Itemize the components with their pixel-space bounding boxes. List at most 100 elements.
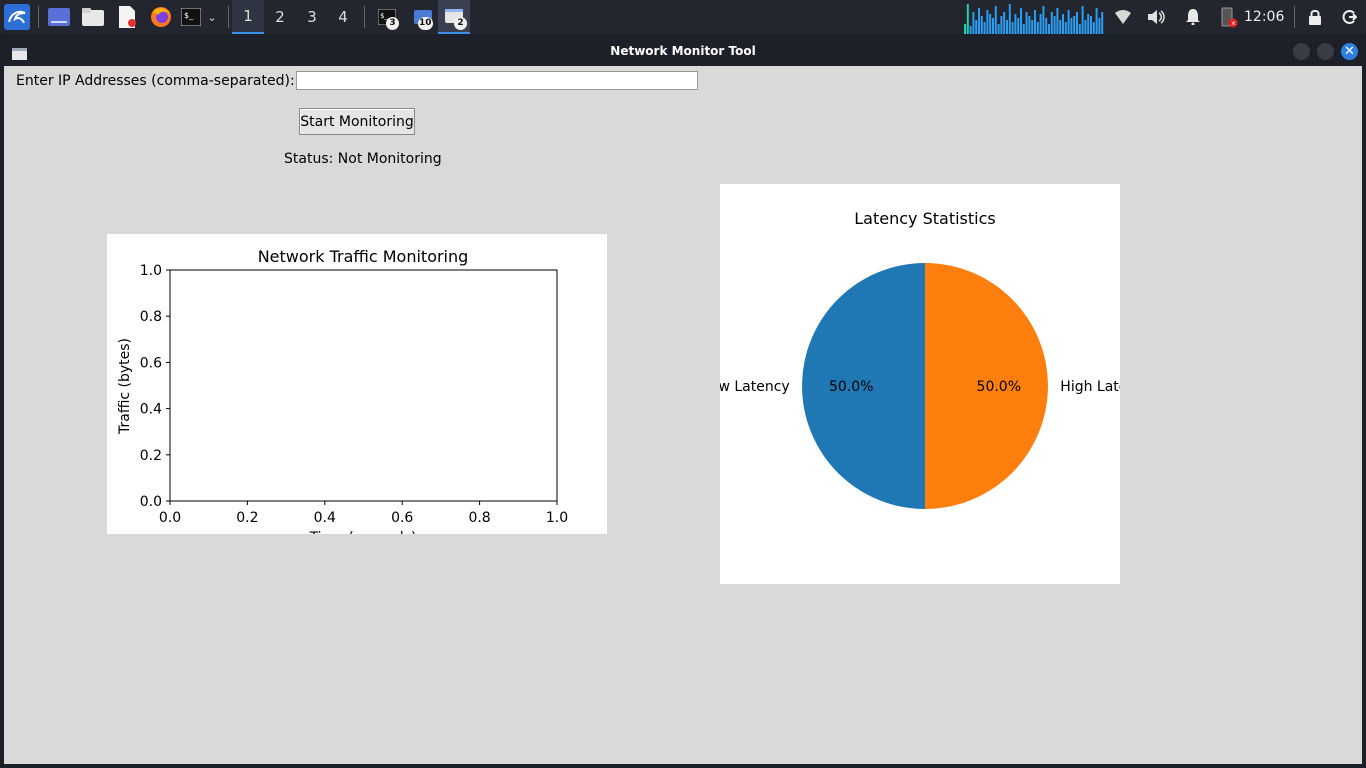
cpu-bar xyxy=(1064,22,1067,34)
x-axis-label: Time (seconds) xyxy=(309,530,417,534)
latency-chart-svg: Latency Statistics 50.0% Low Latency 50.0%… xyxy=(720,209,1120,509)
cpu-bar xyxy=(1020,8,1022,34)
cpu-bar xyxy=(1067,10,1070,34)
cpu-bar xyxy=(1025,12,1028,34)
cpu-bar xyxy=(1000,16,1003,34)
workspace-4[interactable]: 4 xyxy=(327,0,359,34)
cpu-bar xyxy=(1031,20,1034,34)
cpu-bar xyxy=(992,18,994,34)
app-window: Network Monitor Tool ✕ Enter IP Addresse… xyxy=(4,36,1362,764)
latency-chart: Latency Statistics 50.0% Low Latency 50.0%… xyxy=(720,184,1120,584)
traffic-chart-svg: Network Traffic Monitoring 0.0 0.2 0.4 0.6 0… xyxy=(117,247,568,534)
cpu-bar xyxy=(983,22,986,34)
text-editor-icon[interactable] xyxy=(114,0,140,34)
ip-address-input[interactable] xyxy=(296,71,698,90)
cpu-bar xyxy=(994,6,997,34)
x-tick-label: 1.0 xyxy=(546,510,568,526)
pie-category-label: Low Latency xyxy=(720,379,790,395)
taskbar: $_ ⌄ 1 2 3 4 $_ 3 10 2 × 12:06 xyxy=(0,0,1366,34)
cpu-bar xyxy=(1076,12,1078,34)
cpu-bar xyxy=(989,14,992,34)
traffic-chart: Network Traffic Monitoring 0.0 0.2 0.4 0.6 0… xyxy=(107,234,607,534)
firefox-icon[interactable] xyxy=(148,0,174,34)
svg-text:$_: $_ xyxy=(184,11,194,20)
window-titlebar[interactable]: Network Monitor Tool ✕ xyxy=(4,36,1362,66)
pie-category-label: High Latency xyxy=(1060,379,1120,395)
cpu-bar xyxy=(1017,18,1020,34)
pie-percent-label: 50.0% xyxy=(829,379,873,395)
minimize-button[interactable] xyxy=(1293,43,1310,60)
x-tick-label: 0.0 xyxy=(159,510,181,526)
chevron-down-icon[interactable]: ⌄ xyxy=(204,0,220,34)
main-content: Enter IP Addresses (comma-separated): St… xyxy=(4,66,1362,764)
cpu-bar xyxy=(969,26,972,34)
cpu-bar xyxy=(964,24,966,34)
wifi-icon[interactable] xyxy=(1112,0,1134,34)
window-title: Network Monitor Tool xyxy=(610,44,756,58)
cpu-bar xyxy=(1101,12,1104,34)
volume-icon[interactable] xyxy=(1146,0,1168,34)
workspace-3[interactable]: 3 xyxy=(296,0,328,34)
logout-icon[interactable] xyxy=(1338,0,1360,34)
cpu-bar xyxy=(1039,14,1042,34)
cpu-bar xyxy=(1042,6,1045,34)
cpu-bar xyxy=(1048,24,1050,34)
cpu-bar xyxy=(997,24,1000,34)
cpu-bar xyxy=(978,8,980,34)
terminal-windows-button[interactable]: $_ 3 xyxy=(372,0,402,34)
y-tick-label: 0.2 xyxy=(140,448,162,464)
x-tick-label: 0.8 xyxy=(468,510,490,526)
y-tick-label: 0.6 xyxy=(140,355,162,371)
cpu-bar xyxy=(1050,12,1053,34)
cpu-bar xyxy=(975,20,978,34)
cpu-bar xyxy=(1073,16,1076,34)
workspace-1[interactable]: 1 xyxy=(232,0,264,34)
start-monitoring-button[interactable]: Start Monitoring xyxy=(299,108,415,135)
cpu-bar xyxy=(1008,4,1011,34)
terminal-count-badge: 3 xyxy=(386,17,399,30)
close-button[interactable]: ✕ xyxy=(1341,43,1358,60)
cpu-bar xyxy=(1003,12,1006,34)
cpu-bar xyxy=(1045,18,1048,34)
notification-bell-icon[interactable] xyxy=(1182,0,1204,34)
file-windows-button[interactable]: 10 xyxy=(408,0,438,34)
maximize-button[interactable] xyxy=(1317,43,1334,60)
x-tick-label: 0.6 xyxy=(391,510,413,526)
cpu-bar xyxy=(1095,8,1098,34)
x-tick-label: 0.4 xyxy=(314,510,336,526)
y-axis-label: Traffic (bytes) xyxy=(117,338,133,435)
cpu-bar xyxy=(980,16,983,34)
cpu-bar xyxy=(1062,14,1064,34)
cpu-bar xyxy=(1059,20,1062,34)
battery-icon[interactable]: × xyxy=(1216,0,1240,34)
workspace-2[interactable]: 2 xyxy=(264,0,296,34)
kali-menu-icon[interactable] xyxy=(2,0,32,34)
desktop-icon[interactable] xyxy=(46,0,72,34)
cpu-bar xyxy=(1028,16,1031,34)
clock[interactable]: 12:06 xyxy=(1244,0,1284,34)
cpu-bar xyxy=(1053,16,1056,34)
x-tick-label: 0.2 xyxy=(236,510,258,526)
cpu-bar xyxy=(1081,6,1084,34)
y-tick-label: 0.4 xyxy=(140,402,162,418)
cpu-bar xyxy=(1070,18,1073,34)
cpu-bar xyxy=(986,10,989,34)
file-manager-icon[interactable] xyxy=(80,0,106,34)
cpu-bar xyxy=(1092,22,1095,34)
cpu-bar xyxy=(1078,24,1081,34)
cpu-bar xyxy=(972,12,975,34)
cpu-graph xyxy=(964,4,1104,34)
plot-frame xyxy=(169,269,558,502)
cpu-bar xyxy=(1036,22,1039,34)
cpu-bar xyxy=(1006,20,1008,34)
app-windows-button[interactable]: 2 xyxy=(438,0,470,34)
cpu-bar xyxy=(1084,20,1087,34)
y-tick-label: 0.0 xyxy=(140,494,162,510)
chart-title: Network Traffic Monitoring xyxy=(258,247,469,266)
ip-label: Enter IP Addresses (comma-separated): xyxy=(16,73,295,89)
terminal-icon[interactable]: $_ xyxy=(180,0,202,34)
status-label: Status: Not Monitoring xyxy=(284,151,442,167)
svg-text:×: × xyxy=(1231,20,1237,28)
cpu-bar xyxy=(1011,22,1014,34)
lock-icon[interactable] xyxy=(1304,0,1326,34)
